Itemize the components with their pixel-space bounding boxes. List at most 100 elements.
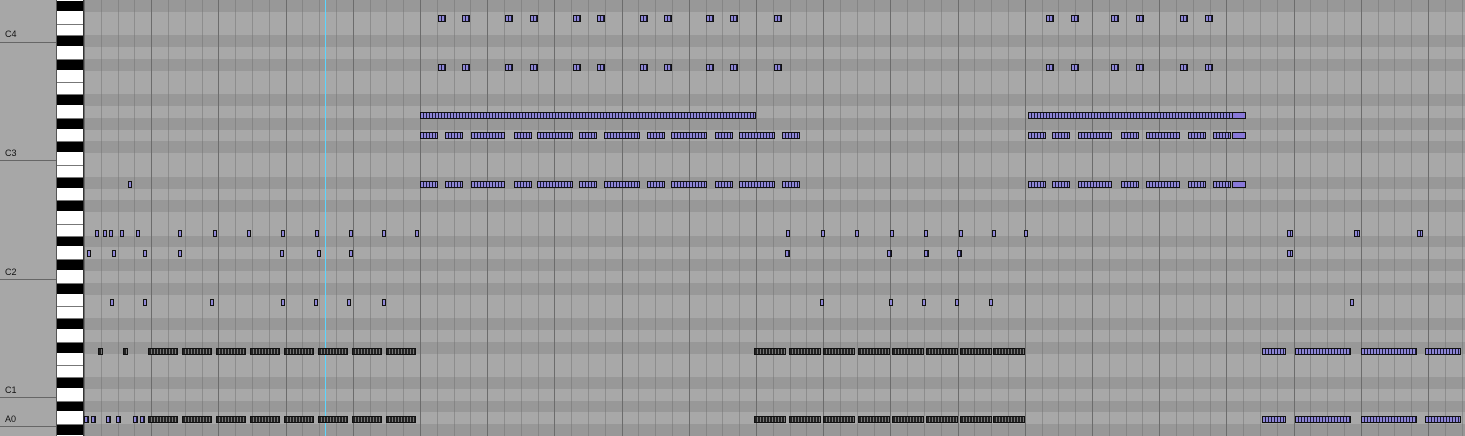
midi-note[interactable] [1111,15,1119,22]
midi-note[interactable] [386,416,416,423]
piano-black-key[interactable] [57,95,83,106]
midi-note[interactable] [960,348,992,355]
piano-black-key[interactable] [57,142,83,153]
midi-note[interactable] [143,250,147,257]
midi-note[interactable] [84,416,89,423]
midi-note[interactable] [1136,64,1144,71]
midi-note[interactable] [1078,132,1112,139]
midi-note[interactable] [1121,181,1139,188]
playhead-icon[interactable] [325,0,326,436]
midi-note[interactable] [573,64,581,71]
midi-note[interactable] [887,250,892,257]
midi-note[interactable] [573,15,581,22]
midi-note[interactable] [597,15,605,22]
midi-note[interactable] [95,230,99,237]
midi-note[interactable] [823,348,855,355]
midi-note[interactable] [133,416,138,423]
midi-note[interactable] [1295,416,1351,423]
midi-note[interactable] [349,250,353,257]
midi-note[interactable] [514,132,532,139]
midi-note[interactable] [597,64,605,71]
midi-note[interactable] [671,181,707,188]
midi-note[interactable] [112,250,116,257]
midi-note[interactable] [604,181,640,188]
midi-note[interactable] [91,416,96,423]
midi-note[interactable] [789,348,821,355]
midi-note[interactable] [382,299,386,306]
midi-note[interactable] [640,64,648,71]
midi-note[interactable] [462,15,470,22]
midi-note[interactable] [1180,15,1188,22]
midi-note[interactable] [774,15,782,22]
midi-note[interactable] [959,230,963,237]
midi-note[interactable] [647,132,665,139]
midi-note[interactable] [120,230,124,237]
midi-note[interactable] [280,250,284,257]
midi-note[interactable] [462,64,470,71]
midi-note[interactable] [992,230,996,237]
midi-note[interactable] [1071,64,1079,71]
midi-note[interactable] [106,416,111,423]
midi-note[interactable] [993,348,1025,355]
midi-note[interactable] [1417,230,1423,237]
midi-note[interactable] [1052,181,1070,188]
midi-note[interactable] [1205,64,1213,71]
midi-note[interactable] [352,348,382,355]
midi-note[interactable] [1052,132,1070,139]
midi-note[interactable] [706,15,714,22]
piano-black-key[interactable] [57,401,83,412]
midi-note[interactable] [216,416,246,423]
midi-note[interactable] [664,15,672,22]
midi-note[interactable] [505,15,513,22]
midi-note[interactable] [1028,112,1246,119]
midi-note[interactable] [855,230,859,237]
midi-note[interactable] [250,416,280,423]
midi-note[interactable] [989,299,993,306]
piano-black-key[interactable] [57,1,83,11]
midi-note[interactable] [116,416,121,423]
midi-note[interactable] [281,230,285,237]
midi-note[interactable] [318,416,348,423]
midi-note[interactable] [957,250,962,257]
midi-note[interactable] [922,299,926,306]
midi-note[interactable] [924,250,929,257]
midi-note[interactable] [1232,181,1246,188]
midi-note[interactable] [1232,132,1246,139]
midi-note[interactable] [1425,416,1461,423]
midi-note[interactable] [247,230,251,237]
midi-note[interactable] [604,132,640,139]
midi-note[interactable] [926,416,958,423]
midi-note[interactable] [420,132,438,139]
midi-note[interactable] [739,181,775,188]
midi-note[interactable] [284,416,314,423]
piano-black-key[interactable] [57,319,83,329]
midi-note[interactable] [664,64,672,71]
midi-note[interactable] [1046,15,1054,22]
midi-note[interactable] [1146,181,1180,188]
midi-note[interactable] [98,348,103,355]
midi-note[interactable] [514,181,532,188]
midi-note[interactable] [537,181,573,188]
piano-black-key[interactable] [57,59,83,70]
midi-note[interactable] [148,348,178,355]
midi-note[interactable] [786,230,790,237]
midi-note[interactable] [143,299,147,306]
midi-note[interactable] [924,230,928,237]
midi-note[interactable] [284,348,314,355]
midi-note[interactable] [1295,348,1351,355]
midi-note[interactable] [739,132,775,139]
midi-note[interactable] [1188,181,1206,188]
midi-note[interactable] [250,348,280,355]
midi-note[interactable] [182,348,212,355]
midi-note[interactable] [123,348,128,355]
midi-note[interactable] [386,348,416,355]
midi-note[interactable] [136,230,140,237]
midi-note[interactable] [671,132,707,139]
midi-note[interactable] [1046,64,1054,71]
midi-note[interactable] [471,132,505,139]
midi-note[interactable] [1024,230,1028,237]
piano-black-key[interactable] [57,236,83,247]
midi-note[interactable] [579,181,597,188]
midi-note[interactable] [415,230,419,237]
midi-note[interactable] [1354,230,1360,237]
